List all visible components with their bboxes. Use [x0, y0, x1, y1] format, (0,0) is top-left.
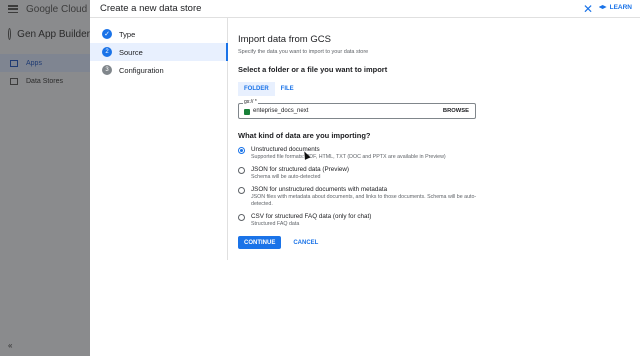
- step-label: Type: [119, 29, 136, 39]
- radio-title: JSON for unstructured documents with met…: [251, 186, 388, 193]
- radio-button[interactable]: [238, 167, 245, 174]
- nav-item-data-stores[interactable]: Data Stores: [0, 72, 90, 90]
- radio-title: JSON for structured data (Preview): [251, 166, 349, 173]
- panel-title: Create a new data store: [100, 3, 202, 14]
- radio-button[interactable]: [238, 147, 245, 154]
- create-data-store-panel: Create a new data store ✕ LEARN Type 2 S…: [90, 0, 640, 356]
- step-label: Configuration: [119, 65, 164, 75]
- nav-item-apps[interactable]: Apps: [0, 54, 90, 72]
- radio-button[interactable]: [238, 187, 245, 194]
- radio-button[interactable]: [238, 214, 245, 221]
- kind-heading: What kind of data are you importing?: [238, 131, 371, 140]
- school-icon: [598, 5, 607, 9]
- gcs-path-label: gs:// *: [243, 99, 258, 105]
- menu-icon[interactable]: [8, 5, 18, 13]
- step-number: 2: [102, 47, 112, 57]
- nav-item-label: Apps: [26, 59, 42, 67]
- close-icon[interactable]: ✕: [582, 3, 594, 15]
- console-topbar: Google Cloud: [0, 0, 90, 18]
- form-actions: CONTINUE CANCEL: [238, 236, 628, 249]
- data-kind-radio-group: Unstructured documents Supported file fo…: [238, 146, 628, 228]
- folder-toggle-button[interactable]: FOLDER: [238, 82, 275, 96]
- panel-header: Create a new data store ✕ LEARN: [90, 0, 640, 18]
- stepper: Type 2 Source 3 Configuration: [90, 18, 228, 260]
- select-heading: Select a folder or a file you want to im…: [238, 65, 388, 74]
- step-source[interactable]: 2 Source: [90, 43, 228, 61]
- product-name: Gen App Builder: [17, 28, 90, 40]
- radio-description: Structured FAQ data: [251, 221, 300, 227]
- radio-json-structured[interactable]: JSON for structured data (Preview) Schem…: [238, 166, 628, 181]
- step-label: Source: [119, 47, 143, 57]
- continue-button[interactable]: CONTINUE: [238, 236, 282, 249]
- step-configuration[interactable]: 3 Configuration: [90, 61, 227, 79]
- google-cloud-logo[interactable]: Google Cloud: [26, 4, 87, 15]
- radio-json-unstructured-metadata[interactable]: JSON for unstructured documents with met…: [238, 186, 628, 208]
- learn-button[interactable]: LEARN: [598, 4, 632, 11]
- search-app-icon: [8, 28, 12, 40]
- radio-title: CSV for structured FAQ data (only for ch…: [251, 213, 372, 220]
- file-toggle-button[interactable]: FILE: [275, 82, 300, 96]
- form-heading: Import data from GCS: [238, 34, 331, 45]
- gcs-path-input[interactable]: enteprise_docs_next: [253, 108, 308, 114]
- side-nav: Apps Data Stores: [0, 54, 90, 90]
- apps-icon: [10, 59, 18, 67]
- radio-title: Unstructured documents: [251, 146, 320, 153]
- console-shell: Google Cloud Gen App Builder Apps Data S…: [0, 0, 90, 356]
- source-form: Import data from GCS Specify the data yo…: [238, 18, 628, 249]
- radio-description: JSON files with metadata about documents…: [251, 194, 477, 207]
- collapse-left-icon[interactable]: «: [8, 341, 12, 350]
- step-number: 3: [102, 65, 112, 75]
- radio-csv-faq[interactable]: CSV for structured FAQ data (only for ch…: [238, 213, 628, 228]
- learn-label: LEARN: [609, 4, 632, 11]
- form-subheading: Specify the data you want to import to y…: [238, 49, 369, 55]
- check-icon: [102, 29, 112, 39]
- cancel-button[interactable]: CANCEL: [293, 240, 318, 246]
- step-type[interactable]: Type: [90, 25, 227, 43]
- folder-file-toggle: FOLDER FILE: [238, 82, 628, 96]
- radio-unstructured[interactable]: Unstructured documents Supported file fo…: [238, 146, 628, 161]
- database-icon: [10, 77, 18, 85]
- browse-button[interactable]: BROWSE: [443, 108, 469, 114]
- gcs-path-field[interactable]: gs:// * enteprise_docs_next BROWSE: [238, 99, 476, 119]
- bucket-icon: [244, 109, 250, 115]
- radio-description: Supported file formats: PDF, HTML, TXT (…: [251, 154, 446, 160]
- nav-item-label: Data Stores: [26, 77, 63, 85]
- product-header: Gen App Builder: [0, 18, 90, 44]
- radio-description: Schema will be auto-detected: [251, 174, 321, 180]
